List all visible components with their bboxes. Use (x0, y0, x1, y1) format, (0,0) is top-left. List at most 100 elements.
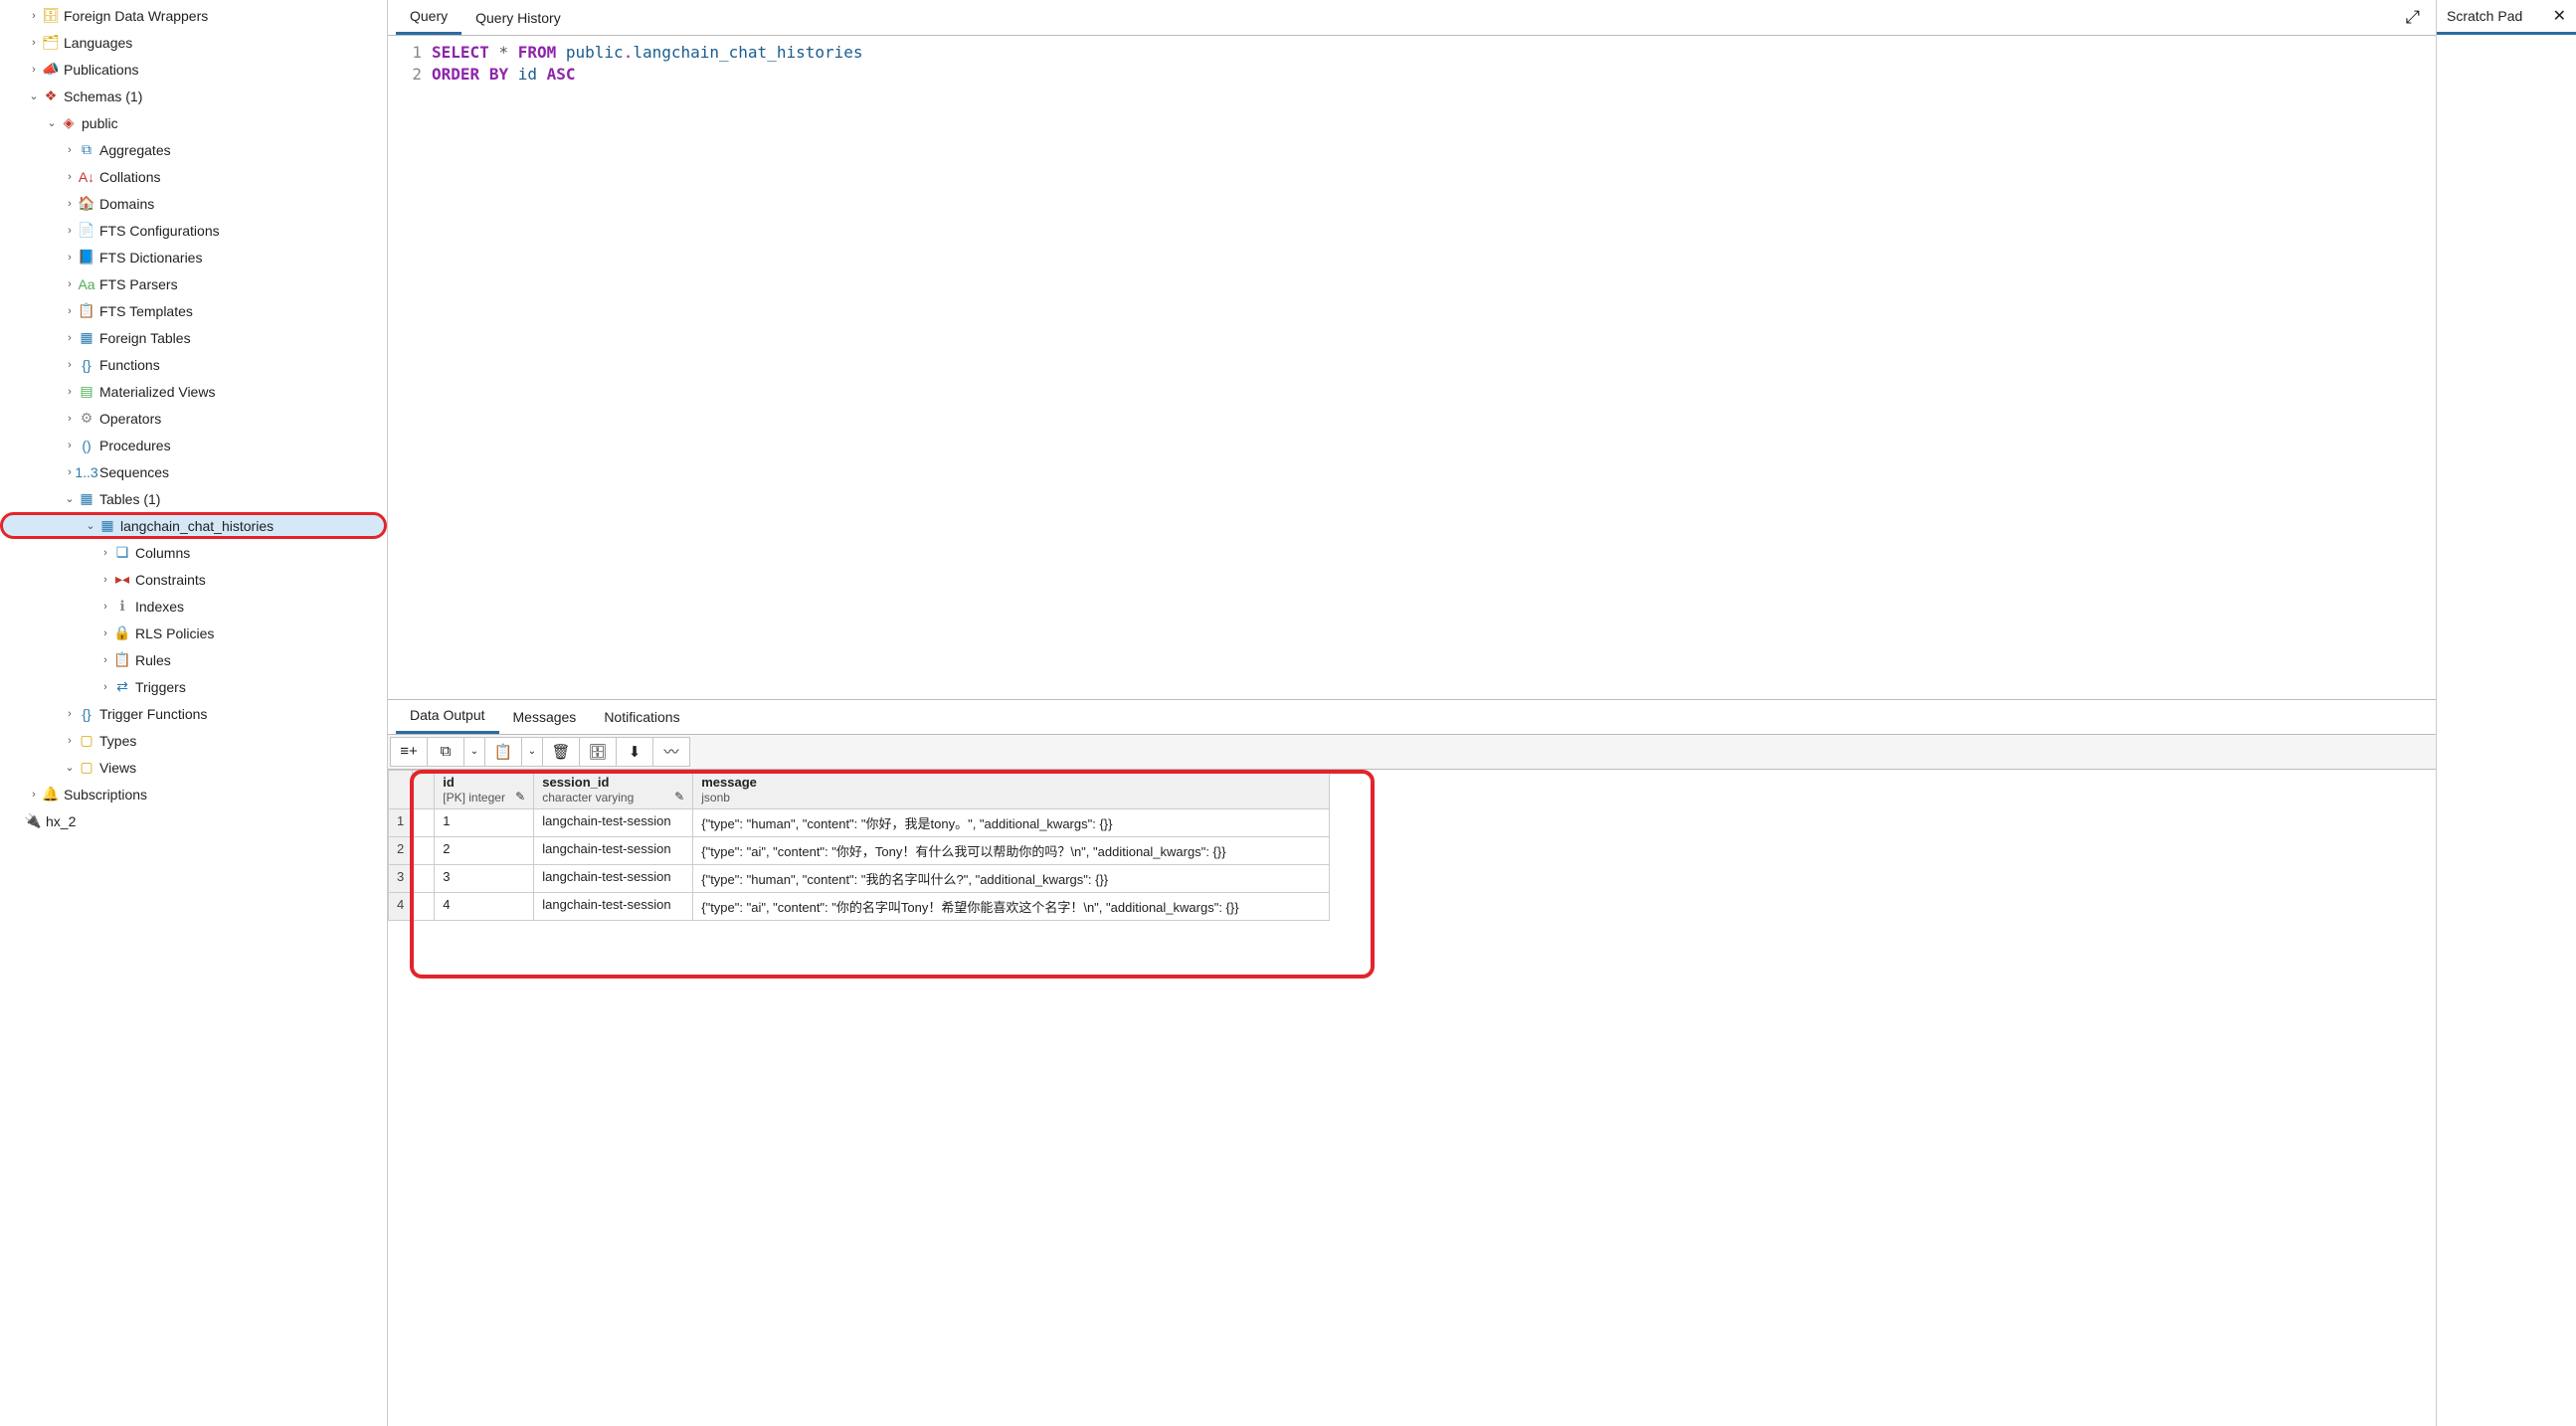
row-selector[interactable] (413, 892, 435, 920)
cell-session-id[interactable]: langchain-test-session (534, 864, 693, 892)
row-number[interactable]: 1 (389, 808, 413, 836)
tree-item[interactable]: ⌄❖Schemas (1) (0, 83, 387, 109)
sql-editor[interactable]: 1 2 SELECT * FROM public.langchain_chat_… (388, 36, 2436, 699)
edit-icon[interactable]: ✎ (515, 790, 525, 803)
cell-id[interactable]: 3 (435, 864, 534, 892)
cell-message[interactable]: {"type": "human", "content": "你好，我是tony。… (693, 808, 1330, 836)
cell-message[interactable]: {"type": "human", "content": "我的名字叫什么?",… (693, 864, 1330, 892)
chevron-icon[interactable]: › (62, 386, 78, 398)
chevron-icon[interactable]: › (62, 225, 78, 237)
table-row[interactable]: 33langchain-test-session{"type": "human"… (389, 864, 1330, 892)
chevron-icon[interactable]: ⌄ (62, 761, 78, 774)
sql-code[interactable]: SELECT * FROM public.langchain_chat_hist… (432, 42, 2436, 699)
tree-item[interactable]: ⌄◈public (0, 109, 387, 136)
data-grid-container[interactable]: id [PK] integer ✎ session_id character v… (388, 770, 2436, 1426)
tree-item[interactable]: ›▢Types (0, 727, 387, 754)
column-header-message[interactable]: message jsonb (693, 770, 1330, 808)
expand-icon[interactable]: ⤢ (2398, 3, 2428, 32)
graph-button[interactable]: 〰 (652, 737, 690, 767)
close-icon[interactable]: ✕ (2553, 6, 2566, 26)
tree-item[interactable]: ›🗂Languages (0, 29, 387, 56)
chevron-icon[interactable]: › (62, 278, 78, 290)
chevron-icon[interactable]: ⌄ (26, 89, 42, 102)
tree-item[interactable]: ›🗄Foreign Data Wrappers (0, 2, 387, 29)
tree-item[interactable]: ›A↓Collations (0, 163, 387, 190)
scratch-pad-tab[interactable]: Scratch Pad ✕ (2437, 0, 2576, 35)
tree-item[interactable]: ⌄▦Tables (1) (0, 485, 387, 512)
chevron-icon[interactable]: › (26, 64, 42, 76)
delete-button[interactable]: 🗑 (542, 737, 580, 767)
column-header-session-id[interactable]: session_id character varying ✎ (534, 770, 693, 808)
cell-message[interactable]: {"type": "ai", "content": "你好，Tony！有什么我可… (693, 836, 1330, 864)
chevron-icon[interactable]: › (62, 305, 78, 317)
chevron-icon[interactable]: › (62, 359, 78, 371)
tree-item[interactable]: ›📄FTS Configurations (0, 217, 387, 244)
row-selector[interactable] (413, 836, 435, 864)
copy-dropdown[interactable]: ⌄ (463, 737, 485, 767)
tree-item[interactable]: ›⧉Aggregates (0, 136, 387, 163)
tree-item[interactable]: ›📘FTS Dictionaries (0, 244, 387, 270)
tree-item[interactable]: ›{}Trigger Functions (0, 700, 387, 727)
tree-item[interactable]: ⌄▢Views (0, 754, 387, 781)
row-number[interactable]: 4 (389, 892, 413, 920)
cell-session-id[interactable]: langchain-test-session (534, 836, 693, 864)
cell-session-id[interactable]: langchain-test-session (534, 892, 693, 920)
cell-session-id[interactable]: langchain-test-session (534, 808, 693, 836)
chevron-icon[interactable]: › (97, 654, 113, 666)
data-grid[interactable]: id [PK] integer ✎ session_id character v… (388, 770, 1330, 921)
tree-item[interactable]: ›📋FTS Templates (0, 297, 387, 324)
tree-item[interactable]: ›{}Functions (0, 351, 387, 378)
tree-item[interactable]: ›🔔Subscriptions (0, 781, 387, 807)
chevron-icon[interactable]: ⌄ (62, 492, 78, 505)
paste-button[interactable]: 📋 (484, 737, 522, 767)
chevron-icon[interactable]: › (62, 735, 78, 747)
copy-button[interactable]: ⧉ (427, 737, 464, 767)
row-selector[interactable] (413, 864, 435, 892)
tree-item[interactable]: ›()Procedures (0, 432, 387, 458)
table-row[interactable]: 44langchain-test-session{"type": "ai", "… (389, 892, 1330, 920)
chevron-icon[interactable]: › (26, 37, 42, 49)
chevron-icon[interactable]: › (97, 627, 113, 639)
tree-item[interactable]: ›▤Materialized Views (0, 378, 387, 405)
row-number[interactable]: 2 (389, 836, 413, 864)
chevron-icon[interactable]: › (62, 252, 78, 264)
chevron-icon[interactable]: ⌄ (44, 116, 60, 129)
chevron-icon[interactable]: › (97, 547, 113, 559)
tab-notifications[interactable]: Notifications (590, 701, 693, 733)
chevron-icon[interactable]: › (62, 708, 78, 720)
cell-id[interactable]: 2 (435, 836, 534, 864)
column-header-id[interactable]: id [PK] integer ✎ (435, 770, 534, 808)
tree-item[interactable]: ›▦Foreign Tables (0, 324, 387, 351)
chevron-icon[interactable]: › (97, 681, 113, 693)
chevron-icon[interactable]: › (62, 171, 78, 183)
tree-item[interactable]: ›🏠Domains (0, 190, 387, 217)
tree-item[interactable]: ⌄▦langchain_chat_histories (0, 512, 387, 539)
tree-item[interactable]: ›AaFTS Parsers (0, 270, 387, 297)
tree-item[interactable]: ›▸◂Constraints (0, 566, 387, 593)
tab-query[interactable]: Query (396, 0, 461, 35)
chevron-icon[interactable]: › (62, 413, 78, 425)
tree-item[interactable]: ›📣Publications (0, 56, 387, 83)
chevron-icon[interactable]: › (26, 789, 42, 801)
chevron-icon[interactable]: › (97, 601, 113, 613)
save-data-button[interactable]: 🗄 (579, 737, 617, 767)
row-number[interactable]: 3 (389, 864, 413, 892)
cell-id[interactable]: 1 (435, 808, 534, 836)
row-selector[interactable] (413, 808, 435, 836)
tree-item[interactable]: ›⇄Triggers (0, 673, 387, 700)
tab-messages[interactable]: Messages (499, 701, 591, 733)
tab-query-history[interactable]: Query History (461, 2, 575, 34)
chevron-icon[interactable]: › (62, 198, 78, 210)
tree-item[interactable]: ›1..3Sequences (0, 458, 387, 485)
chevron-icon[interactable]: › (62, 440, 78, 451)
table-row[interactable]: 11langchain-test-session{"type": "human"… (389, 808, 1330, 836)
paste-dropdown[interactable]: ⌄ (521, 737, 543, 767)
cell-id[interactable]: 4 (435, 892, 534, 920)
chevron-icon[interactable]: › (62, 144, 78, 156)
chevron-icon[interactable]: ⌄ (83, 519, 98, 532)
tree-item[interactable]: ›ℹIndexes (0, 593, 387, 620)
cell-message[interactable]: {"type": "ai", "content": "你的名字叫Tony！希望你… (693, 892, 1330, 920)
edit-icon[interactable]: ✎ (674, 790, 684, 803)
tree-item[interactable]: ›🔒RLS Policies (0, 620, 387, 646)
chevron-icon[interactable]: › (97, 574, 113, 586)
